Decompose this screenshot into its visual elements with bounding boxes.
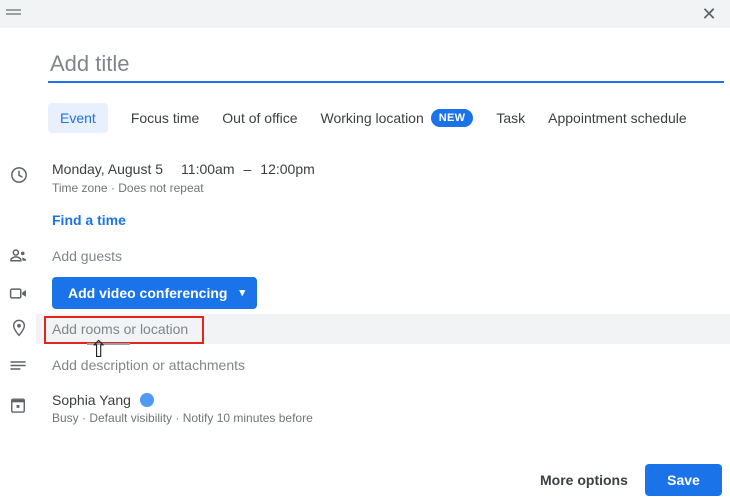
- tab-appointment-schedule-label: Appointment schedule: [548, 110, 687, 126]
- guests-icon: [8, 245, 28, 265]
- calendar-owner-row[interactable]: Sophia Yang: [52, 392, 154, 408]
- calendar-color-dot: [140, 393, 154, 407]
- clock-icon: [9, 165, 29, 185]
- event-end-time[interactable]: 12:00pm: [260, 161, 314, 177]
- tab-out-of-office[interactable]: Out of office: [222, 103, 297, 133]
- tab-appointment-schedule[interactable]: Appointment schedule: [548, 103, 687, 133]
- location-placeholder-suffix: or location: [120, 321, 188, 337]
- tab-task-label: Task: [496, 110, 525, 126]
- location-pin-icon: [9, 318, 29, 338]
- add-rooms-or-location-field[interactable]: Add rooms or location: [52, 321, 188, 337]
- save-button[interactable]: Save: [645, 464, 722, 496]
- dialog-titlebar: ✕: [0, 0, 730, 28]
- timezone-repeat-summary[interactable]: Time zone · Does not repeat: [52, 181, 204, 195]
- event-time-row: Monday, August 5 11:00am–12:00pm: [52, 161, 315, 177]
- event-title-input[interactable]: [48, 47, 724, 83]
- chevron-down-icon: ▾: [239, 288, 245, 299]
- calendar-owner-name: Sophia Yang: [52, 392, 131, 408]
- calendar-settings-summary[interactable]: Busy · Default visibility · Notify 10 mi…: [52, 411, 313, 425]
- tab-event[interactable]: Event: [48, 103, 108, 133]
- event-date[interactable]: Monday, August 5: [52, 161, 163, 177]
- tab-out-of-office-label: Out of office: [222, 110, 297, 126]
- close-icon[interactable]: ✕: [696, 1, 722, 27]
- calendar-icon: [8, 395, 28, 415]
- drag-handle-icon[interactable]: [6, 9, 21, 16]
- tab-working-location[interactable]: Working location NEW: [321, 102, 474, 134]
- new-badge: NEW: [431, 109, 474, 127]
- event-creation-dialog: ✕ Event Focus time Out of office Working…: [0, 0, 730, 500]
- tab-working-location-label: Working location: [321, 110, 424, 126]
- event-type-tabs: Event Focus time Out of office Working l…: [48, 102, 687, 134]
- add-guests-field[interactable]: Add guests: [52, 248, 122, 264]
- tab-focus-time-label: Focus time: [131, 110, 199, 126]
- tab-task[interactable]: Task: [496, 103, 525, 133]
- video-camera-icon: [8, 283, 28, 303]
- add-description-field[interactable]: Add description or attachments: [52, 357, 245, 373]
- description-icon: [8, 355, 28, 375]
- add-video-conferencing-button[interactable]: Add video conferencing ▾: [52, 277, 257, 309]
- time-range-dash: –: [244, 161, 252, 177]
- location-placeholder-highlighted-word: rooms: [81, 321, 120, 337]
- tab-event-label: Event: [60, 110, 96, 126]
- more-options-button[interactable]: More options: [524, 464, 644, 496]
- tab-focus-time[interactable]: Focus time: [131, 103, 199, 133]
- add-video-conferencing-label: Add video conferencing: [68, 285, 227, 301]
- find-a-time-link[interactable]: Find a time: [52, 212, 126, 228]
- event-start-time[interactable]: 11:00am: [181, 161, 234, 177]
- location-placeholder-prefix: Add: [52, 321, 81, 337]
